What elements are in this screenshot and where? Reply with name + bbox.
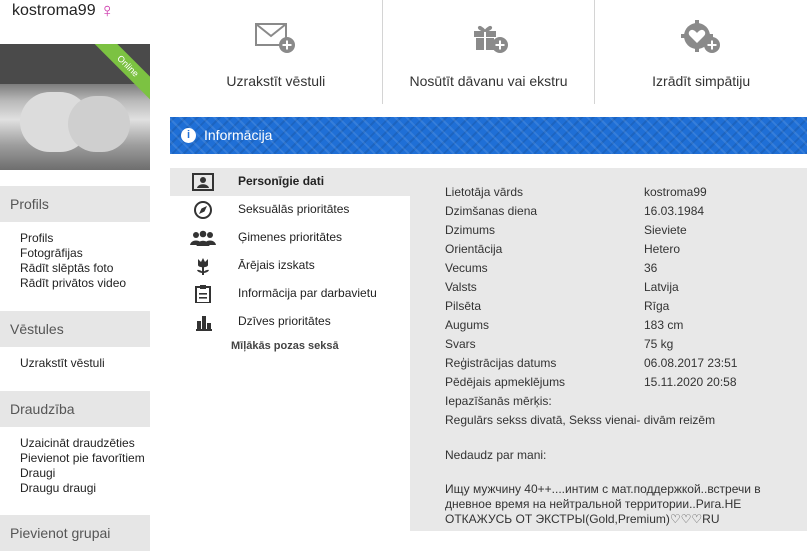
detail-key: Valsts [445, 280, 477, 294]
detail-key: Orientācija [445, 242, 503, 256]
menu-label: Ārējais izskats [238, 258, 315, 272]
write-message-button[interactable]: Uzrakstīt vēstuli [170, 0, 382, 104]
people-icon [190, 230, 216, 246]
menu-label: Dzīves prioritātes [238, 314, 331, 328]
sidebar-link-friends[interactable]: Draugi [20, 466, 145, 481]
sidebar-link-friends-of-friends[interactable]: Draugu draugi [20, 481, 145, 496]
sidebar-section-groups: Pievienot grupai [0, 515, 150, 551]
detail-key: Vecums [445, 261, 488, 275]
sidebar-link-profile[interactable]: Profils [20, 231, 126, 246]
gift-plus-icon [467, 20, 511, 59]
menu-label: Seksuālās prioritātes [238, 202, 350, 216]
compass-icon [194, 201, 212, 219]
detail-key: Dzimšanas diena [445, 204, 538, 218]
dating-goals-value: Regulārs sekss divatā, Sekss vienai- div… [445, 413, 716, 427]
detail-row-country: Valsts Latvija [445, 280, 805, 299]
id-card-icon [192, 173, 214, 191]
sidebar-section-messages: Vēstules [0, 311, 150, 347]
heart-gear-plus-icon [679, 20, 723, 59]
detail-row-username: Lietotāja vārds kostroma99 [445, 185, 805, 204]
sidebar-list-friendship: Uzaicināt draudzēties Pievienot pie favo… [20, 436, 145, 496]
detail-row-weight: Svars 75 kg [445, 337, 805, 356]
detail-key: Reģistrācijas datums [445, 356, 557, 370]
info-title: Informācija [204, 127, 273, 143]
personal-data-rows: Lietotāja vārds kostroma99 Dzimšanas dien… [445, 185, 805, 394]
personal-data-panel: Lietotāja vārds kostroma99 Dzimšanas dien… [410, 168, 807, 531]
detail-row-registration-date: Reģistrācijas datums 06.08.2017 23:51 [445, 356, 805, 375]
sidebar-list-profile: Profils Fotogrāfijas Rādīt slēptās foto … [20, 231, 126, 291]
detail-value: Sieviete [644, 223, 687, 237]
detail-value: 06.08.2017 23:51 [644, 356, 738, 370]
female-sign-icon: ♀ [99, 0, 115, 22]
send-gift-button[interactable]: Nosūtīt dāvanu vai ekstru [381, 0, 595, 104]
menu-label: Ģimenes prioritātes [238, 230, 343, 244]
detail-value: 75 kg [644, 337, 674, 351]
send-gift-label: Nosūtīt dāvanu vai ekstru [409, 73, 568, 89]
detail-key: Pilsēta [445, 299, 482, 313]
detail-row-city: Pilsēta Rīga [445, 299, 805, 318]
detail-row-age: Vecums 36 [445, 261, 805, 280]
show-sympathy-button[interactable]: Izrādīt simpātiju [594, 0, 807, 104]
detail-value: 36 [644, 261, 658, 275]
detail-row-orientation: Orientācija Hetero [445, 242, 805, 261]
profile-photo[interactable]: Online [0, 44, 150, 170]
detail-value: Rīga [644, 299, 670, 313]
dating-goals-label: Iepazīšanās mērķis: [445, 394, 552, 408]
action-bar: Uzrakstīt vēstuli Nosūtīt dāvanu vai eks… [170, 0, 807, 104]
clipboard-icon [195, 285, 211, 303]
detail-value: 16.03.1984 [644, 204, 705, 218]
sidebar-link-hidden-photos[interactable]: Rādīt slēptās foto [20, 261, 126, 276]
detail-key: Augums [445, 318, 490, 332]
info-section-header: i Informācija [170, 117, 807, 154]
menu-item-appearance[interactable]: Ārējais izskats [170, 252, 410, 280]
sidebar-section-friendship: Draudzība [0, 391, 150, 427]
detail-value: 15.11.2020 20:58 [644, 375, 737, 389]
info-icon: i [181, 128, 196, 143]
sidebar-list-messages: Uzrakstīt vēstuli [20, 356, 105, 371]
sidebar-link-private-videos[interactable]: Rādīt privātos video [20, 276, 126, 291]
menu-sub-favorite-positions[interactable]: Mīļākās pozas seksā [231, 340, 339, 352]
sidebar-link-invite-friend[interactable]: Uzaicināt draudzēties [20, 436, 145, 451]
sidebar-section-profile: Profils [0, 186, 150, 222]
sidebar-link-add-favorites[interactable]: Pievienot pie favorītiem [20, 451, 145, 466]
menu-item-work-info[interactable]: Informācija par darbavietu [170, 280, 410, 308]
username-row: kostroma99 ♀ [12, 0, 115, 22]
menu-item-family-priorities[interactable]: Ģimenes prioritātes [170, 224, 410, 252]
detail-key: Lietotāja vārds [445, 185, 524, 199]
sidebar-link-write-message[interactable]: Uzrakstīt vēstuli [20, 356, 105, 371]
about-me-text: Ищу мужчину 40++....интим с мат.поддержк… [445, 482, 761, 526]
detail-value: kostroma99 [644, 185, 707, 199]
envelope-plus-icon [254, 20, 298, 59]
detail-value: 183 cm [644, 318, 684, 332]
show-sympathy-label: Izrādīt simpātiju [652, 73, 751, 89]
flower-icon [197, 258, 209, 275]
detail-value: Latvija [644, 280, 679, 294]
bar-chart-icon [196, 316, 212, 331]
detail-value: Hetero [644, 242, 681, 256]
detail-key: Svars [445, 337, 476, 351]
menu-label: Informācija par darbavietu [238, 286, 377, 300]
menu-item-life-priorities[interactable]: Dzīves prioritātes [170, 308, 410, 336]
left-column: kostroma99 ♀ Online Profils Profils Foto… [0, 0, 150, 551]
username[interactable]: kostroma99 [12, 2, 96, 20]
detail-row-last-visit: Pēdējais apmeklējums 15.11.2020 20:58 [445, 375, 805, 394]
sidebar-link-photos[interactable]: Fotogrāfijas [20, 246, 126, 261]
write-message-label: Uzrakstīt vēstuli [226, 73, 326, 89]
menu-item-personal-data[interactable]: Personīgie dati [170, 168, 410, 196]
detail-row-gender: Dzimums Sieviete [445, 223, 805, 242]
about-me-label: Nedaudz par mani: [445, 448, 547, 462]
menu-item-sexual-priorities[interactable]: Seksuālās prioritātes [170, 196, 410, 224]
detail-row-height: Augums 183 cm [445, 318, 805, 337]
info-category-menu: Personīgie dati Seksuālās prioritātes Ģi… [170, 168, 410, 531]
detail-key: Pēdējais apmeklējums [445, 375, 566, 389]
menu-label: Personīgie dati [238, 174, 325, 188]
detail-key: Dzimums [445, 223, 495, 237]
detail-row-birthday: Dzimšanas diena 16.03.1984 [445, 204, 805, 223]
